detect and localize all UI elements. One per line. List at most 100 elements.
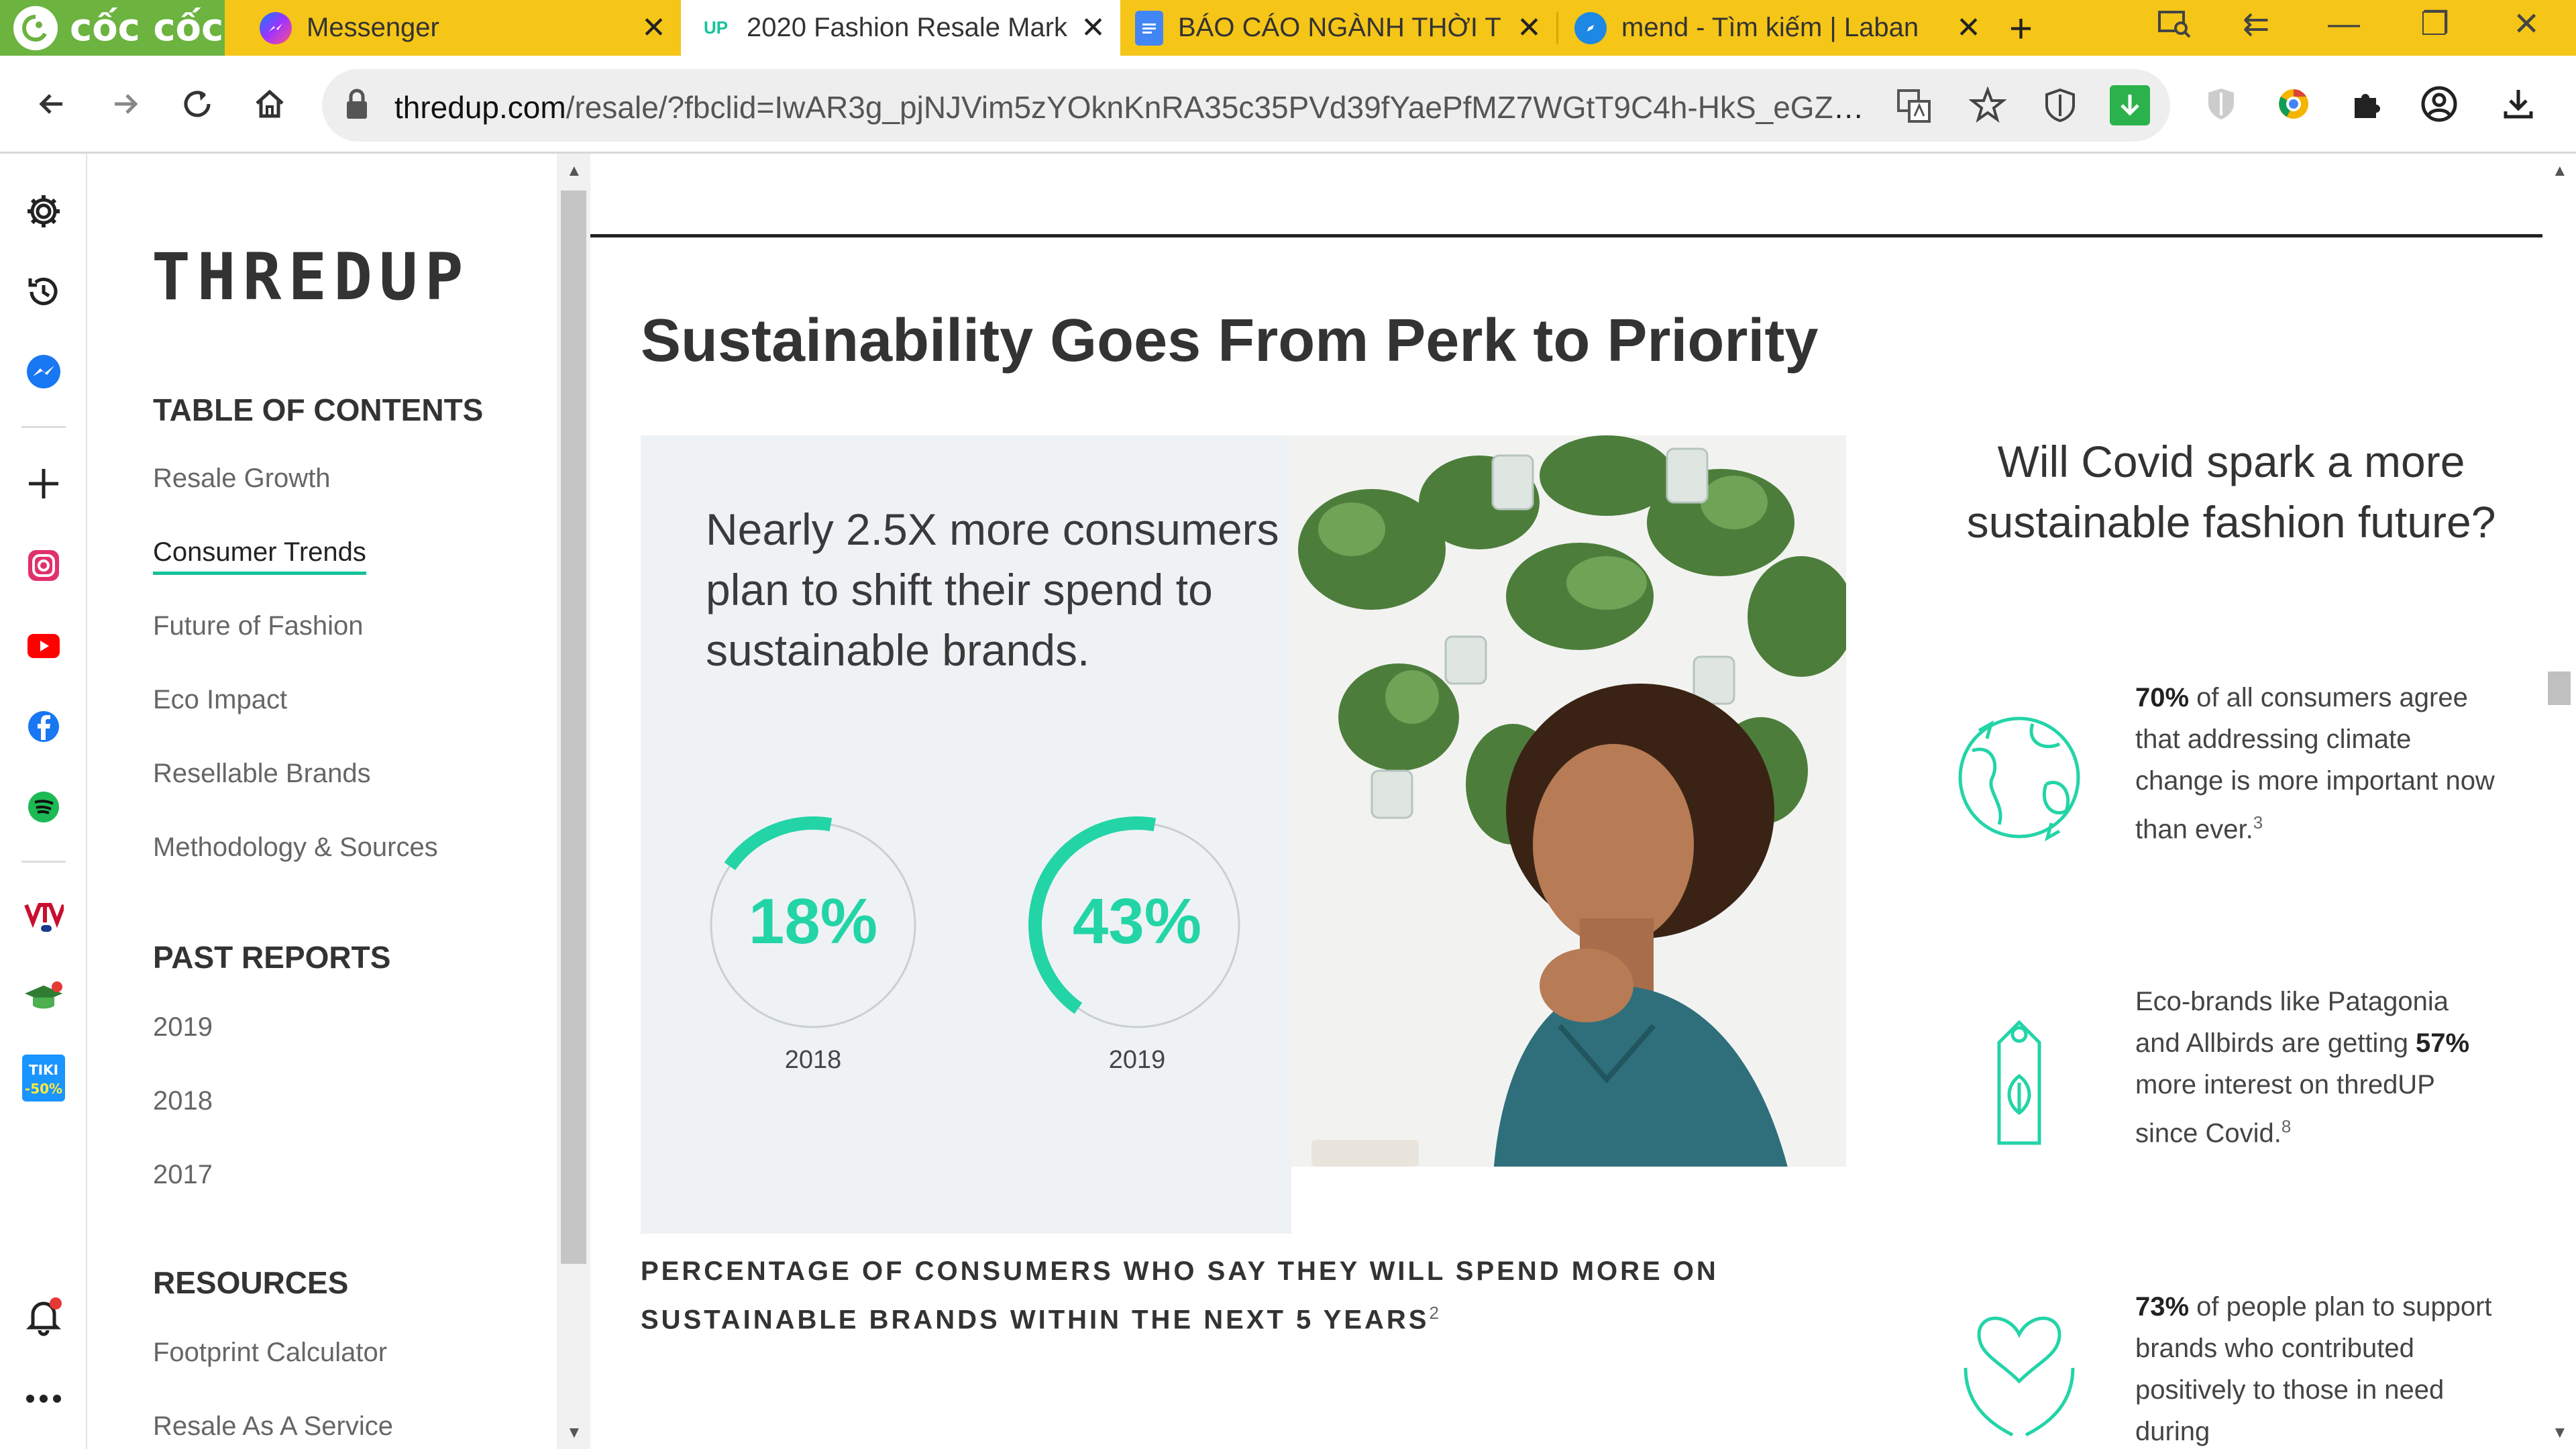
- graduation-cap-icon[interactable]: [22, 976, 65, 1019]
- scroll-up-arrow-icon[interactable]: ▲: [566, 162, 582, 180]
- messenger-icon[interactable]: [22, 351, 65, 394]
- close-window-icon[interactable]: ✕: [2513, 5, 2540, 43]
- chrome-extension-icon[interactable]: [2269, 80, 2318, 128]
- close-tab-icon[interactable]: ✕: [641, 11, 666, 45]
- gauge-value: 43%: [1072, 885, 1202, 957]
- sustainability-panel: Nearly 2.5X more consumers plan to shift…: [641, 435, 1846, 1234]
- back-arrow-icon[interactable]: ⇇: [2243, 5, 2269, 43]
- page-scrollbar[interactable]: ▲ ▼: [2542, 154, 2576, 1449]
- coccoc-logo-icon: [13, 5, 58, 50]
- page-scrollbar-thumb[interactable]: [2548, 672, 2571, 705]
- leaf-tag-icon: [1997, 1020, 2041, 1145]
- toc-panel: THREDUP TABLE OF CONTENTS Resale Growth …: [87, 154, 557, 1449]
- close-tab-icon[interactable]: ✕: [1956, 11, 1981, 45]
- settings-gear-icon[interactable]: [22, 190, 65, 233]
- tab-search-icon[interactable]: [2157, 5, 2192, 48]
- main-content: Sustainability Goes From Perk to Priorit…: [590, 154, 2542, 1449]
- tab-label: 2020 Fashion Resale Mark: [747, 13, 1068, 42]
- sidebar-divider: [21, 426, 66, 428]
- toc-item-resale-growth[interactable]: Resale Growth: [153, 464, 331, 494]
- gauge-2019: 43%: [1023, 811, 1251, 1039]
- toc-scrollbar-thumb[interactable]: [561, 191, 586, 1264]
- resource-resale-as-a-service[interactable]: Resale As A Service: [153, 1411, 393, 1442]
- browser-sidebar: TIKI -50%: [0, 154, 87, 1449]
- resource-footprint-calculator[interactable]: Footprint Calculator: [153, 1338, 387, 1368]
- notification-bell-icon[interactable]: [22, 1295, 65, 1338]
- youtube-icon[interactable]: [22, 625, 65, 667]
- footnote-ref: 3: [2253, 812, 2263, 833]
- address-bar[interactable]: thredup.com/resale/?fbclid=IwAR3g_pjNJVi…: [322, 69, 2170, 142]
- sidebar-divider: [21, 861, 66, 863]
- footnote-ref: 8: [2281, 1116, 2292, 1136]
- past-report-2017[interactable]: 2017: [153, 1160, 213, 1190]
- translate-icon[interactable]: [1896, 88, 1932, 127]
- resources-heading: RESOURCES: [153, 1265, 349, 1300]
- puzzle-extensions-icon[interactable]: [2342, 80, 2390, 128]
- tab-messenger[interactable]: Messenger ✕: [245, 0, 681, 56]
- tab-label: Messenger: [307, 13, 439, 42]
- svg-text:TIKI: TIKI: [29, 1062, 58, 1078]
- gauge-year: 2018: [784, 1046, 842, 1074]
- fact-eco-brands: Eco-brands like Patagonia and Allbirds a…: [2135, 987, 2470, 1148]
- gauge-arc: [724, 816, 833, 871]
- globe-icon: [1958, 716, 2080, 842]
- toc-item-resellable-brands[interactable]: Resellable Brands: [153, 759, 371, 789]
- url-text[interactable]: thredup.com/resale/?fbclid=IwAR3g_pjNJVi…: [394, 89, 1870, 125]
- profile-avatar-icon[interactable]: [2415, 80, 2463, 128]
- scroll-down-arrow-icon[interactable]: ▼: [566, 1424, 582, 1442]
- tab-separator: [1556, 12, 1558, 44]
- footnote-ref: 2: [1429, 1303, 1439, 1323]
- tab-strip: cốc cốc Messenger ✕ UP 2020 Fashion Resa…: [0, 0, 2576, 56]
- shield-icon[interactable]: [2041, 87, 2079, 127]
- toc-item-consumer-trends[interactable]: Consumer Trends: [153, 537, 366, 575]
- thredup-logo[interactable]: THREDUP: [152, 239, 470, 315]
- spotify-icon[interactable]: [22, 786, 65, 828]
- google-docs-icon: [1135, 10, 1163, 46]
- gauge-2018: 18%: [699, 811, 927, 1039]
- new-tab-button[interactable]: +: [2009, 5, 2033, 52]
- scroll-up-arrow-icon[interactable]: ▲: [2552, 162, 2568, 180]
- facebook-icon[interactable]: [22, 705, 65, 748]
- messenger-icon: [260, 11, 292, 44]
- toc-item-future-of-fashion[interactable]: Future of Fashion: [153, 611, 364, 641]
- tab-laban-search[interactable]: mend - Tìm kiếm | Laban ✕: [1560, 0, 1996, 56]
- history-icon[interactable]: [22, 270, 65, 313]
- bookmark-star-icon[interactable]: [1968, 86, 2007, 127]
- compass-icon: [1574, 11, 1607, 44]
- section-divider: [590, 234, 2542, 237]
- past-report-2019[interactable]: 2019: [153, 1012, 213, 1042]
- forward-icon[interactable]: [101, 80, 149, 128]
- toc-scrollbar[interactable]: ▲ ▼: [557, 154, 590, 1449]
- vtv-go-icon[interactable]: [22, 896, 65, 938]
- toc-item-eco-impact[interactable]: Eco Impact: [153, 685, 287, 715]
- more-options-icon[interactable]: [22, 1377, 65, 1420]
- back-icon[interactable]: [28, 80, 76, 128]
- downloads-icon[interactable]: [2494, 80, 2542, 128]
- close-tab-icon[interactable]: ✕: [1081, 11, 1106, 45]
- tab-thredup-report[interactable]: UP 2020 Fashion Resale Mark ✕: [681, 0, 1120, 56]
- past-report-2018[interactable]: 2018: [153, 1086, 213, 1116]
- adblock-shield-icon[interactable]: [2197, 80, 2245, 128]
- reload-icon[interactable]: [173, 80, 221, 128]
- download-arrow-icon[interactable]: [2110, 85, 2150, 125]
- gauge-year: 2019: [1108, 1046, 1166, 1074]
- tab-label: BÁO CÁO NGÀNH THỜI T: [1178, 13, 1501, 42]
- close-tab-icon[interactable]: ✕: [1517, 11, 1542, 45]
- svg-text:-50%: -50%: [25, 1081, 62, 1097]
- minimize-icon[interactable]: —: [2328, 5, 2360, 42]
- tiki-icon[interactable]: TIKI -50%: [22, 1055, 65, 1102]
- thredup-icon: UP: [703, 17, 729, 38]
- section-title: Sustainability Goes From Perk to Priorit…: [641, 307, 1819, 374]
- add-shortcut-icon[interactable]: [22, 462, 65, 505]
- tab-bao-cao[interactable]: BÁO CÁO NGÀNH THỜI T ✕: [1120, 0, 1556, 56]
- heart-hands-icon: [1964, 1316, 2075, 1437]
- home-icon[interactable]: [246, 80, 294, 128]
- fact-support-brands: 73% of people plan to support brands who…: [2135, 1292, 2492, 1446]
- scroll-down-arrow-icon[interactable]: ▼: [2552, 1424, 2568, 1442]
- tab-label: mend - Tìm kiếm | Laban: [1621, 13, 1919, 42]
- toc-item-methodology[interactable]: Methodology & Sources: [153, 833, 438, 863]
- panel-headline: Nearly 2.5X more consumers plan to shift…: [706, 504, 1279, 675]
- restore-icon[interactable]: ❐: [2420, 5, 2449, 43]
- instagram-icon[interactable]: [22, 544, 65, 587]
- coccoc-brand[interactable]: cốc cốc: [0, 0, 225, 56]
